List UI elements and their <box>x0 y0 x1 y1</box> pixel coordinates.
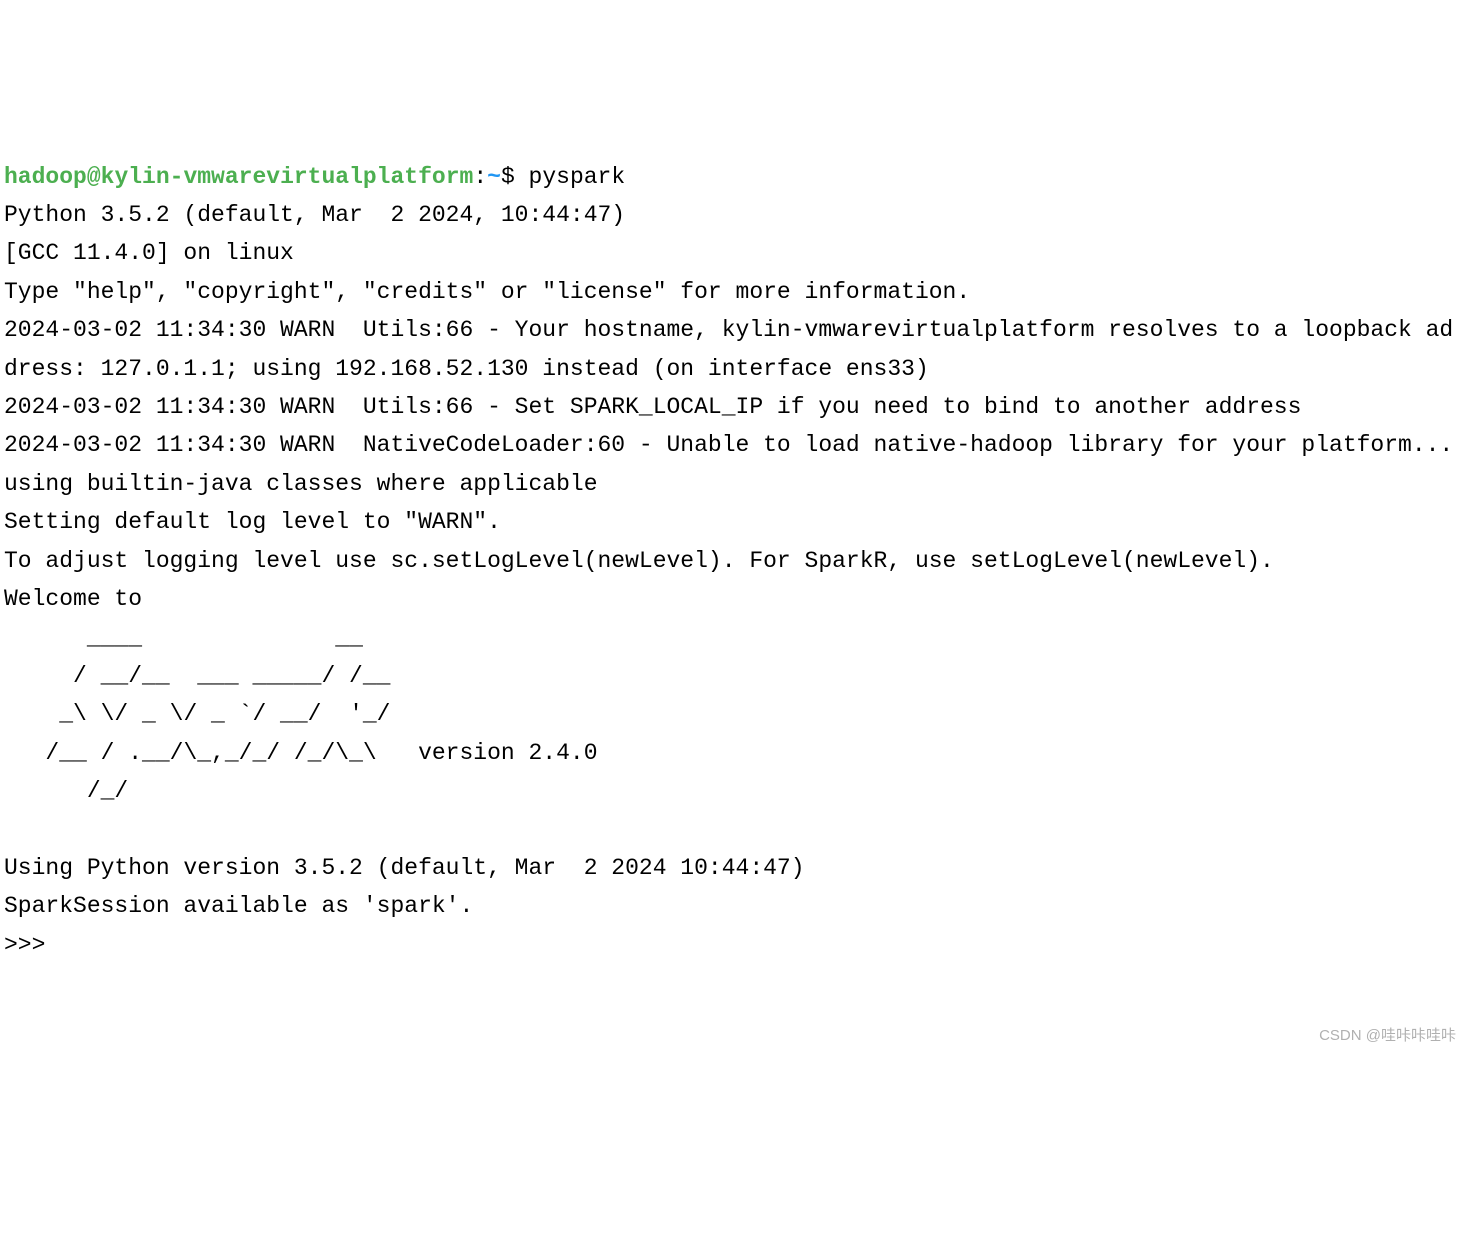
prompt-host: kylin-vmwarevirtualplatform <box>101 164 474 190</box>
warn-sparklocalip-line: 2024-03-02 11:34:30 WARN Utils:66 - Set … <box>4 394 1301 420</box>
adjust-log-line: To adjust logging level use sc.setLogLev… <box>4 548 1274 574</box>
ascii-art-3: _\ \/ _ \/ _ `/ __/ '_/ <box>4 701 390 727</box>
watermark-text: CSDN @哇咔咔哇咔 <box>1319 1023 1456 1048</box>
prompt-path: ~ <box>487 164 501 190</box>
repl-prompt[interactable]: >>> <box>4 932 59 958</box>
ascii-art-4: /__ / .__/\_,_/_/ /_/\_\ version 2.4.0 <box>4 740 598 766</box>
ascii-art-5: /_/ <box>4 778 128 804</box>
ascii-art-2: / __/__ ___ _____/ /__ <box>4 663 390 689</box>
prompt-colon: : <box>473 164 487 190</box>
command-text: pyspark <box>529 164 626 190</box>
prompt-user: hadoop <box>4 164 87 190</box>
welcome-line: Welcome to <box>4 586 142 612</box>
prompt-dollar: $ <box>501 164 529 190</box>
prompt-at: @ <box>87 164 101 190</box>
python-version-line: Python 3.5.2 (default, Mar 2 2024, 10:44… <box>4 202 625 228</box>
loglevel-line: Setting default log level to "WARN". <box>4 509 501 535</box>
warn-hostname-line: 2024-03-02 11:34:30 WARN Utils:66 - Your… <box>4 317 1453 381</box>
warn-nativecode-line: 2024-03-02 11:34:30 WARN NativeCodeLoade… <box>4 432 1464 496</box>
ascii-art-1: ____ __ <box>4 625 363 651</box>
using-python-line: Using Python version 3.5.2 (default, Mar… <box>4 855 805 881</box>
sparksession-line: SparkSession available as 'spark'. <box>4 893 473 919</box>
terminal-output[interactable]: hadoop@kylin-vmwarevirtualplatform:~$ py… <box>4 158 1460 965</box>
help-line: Type "help", "copyright", "credits" or "… <box>4 279 970 305</box>
gcc-line: [GCC 11.4.0] on linux <box>4 240 294 266</box>
